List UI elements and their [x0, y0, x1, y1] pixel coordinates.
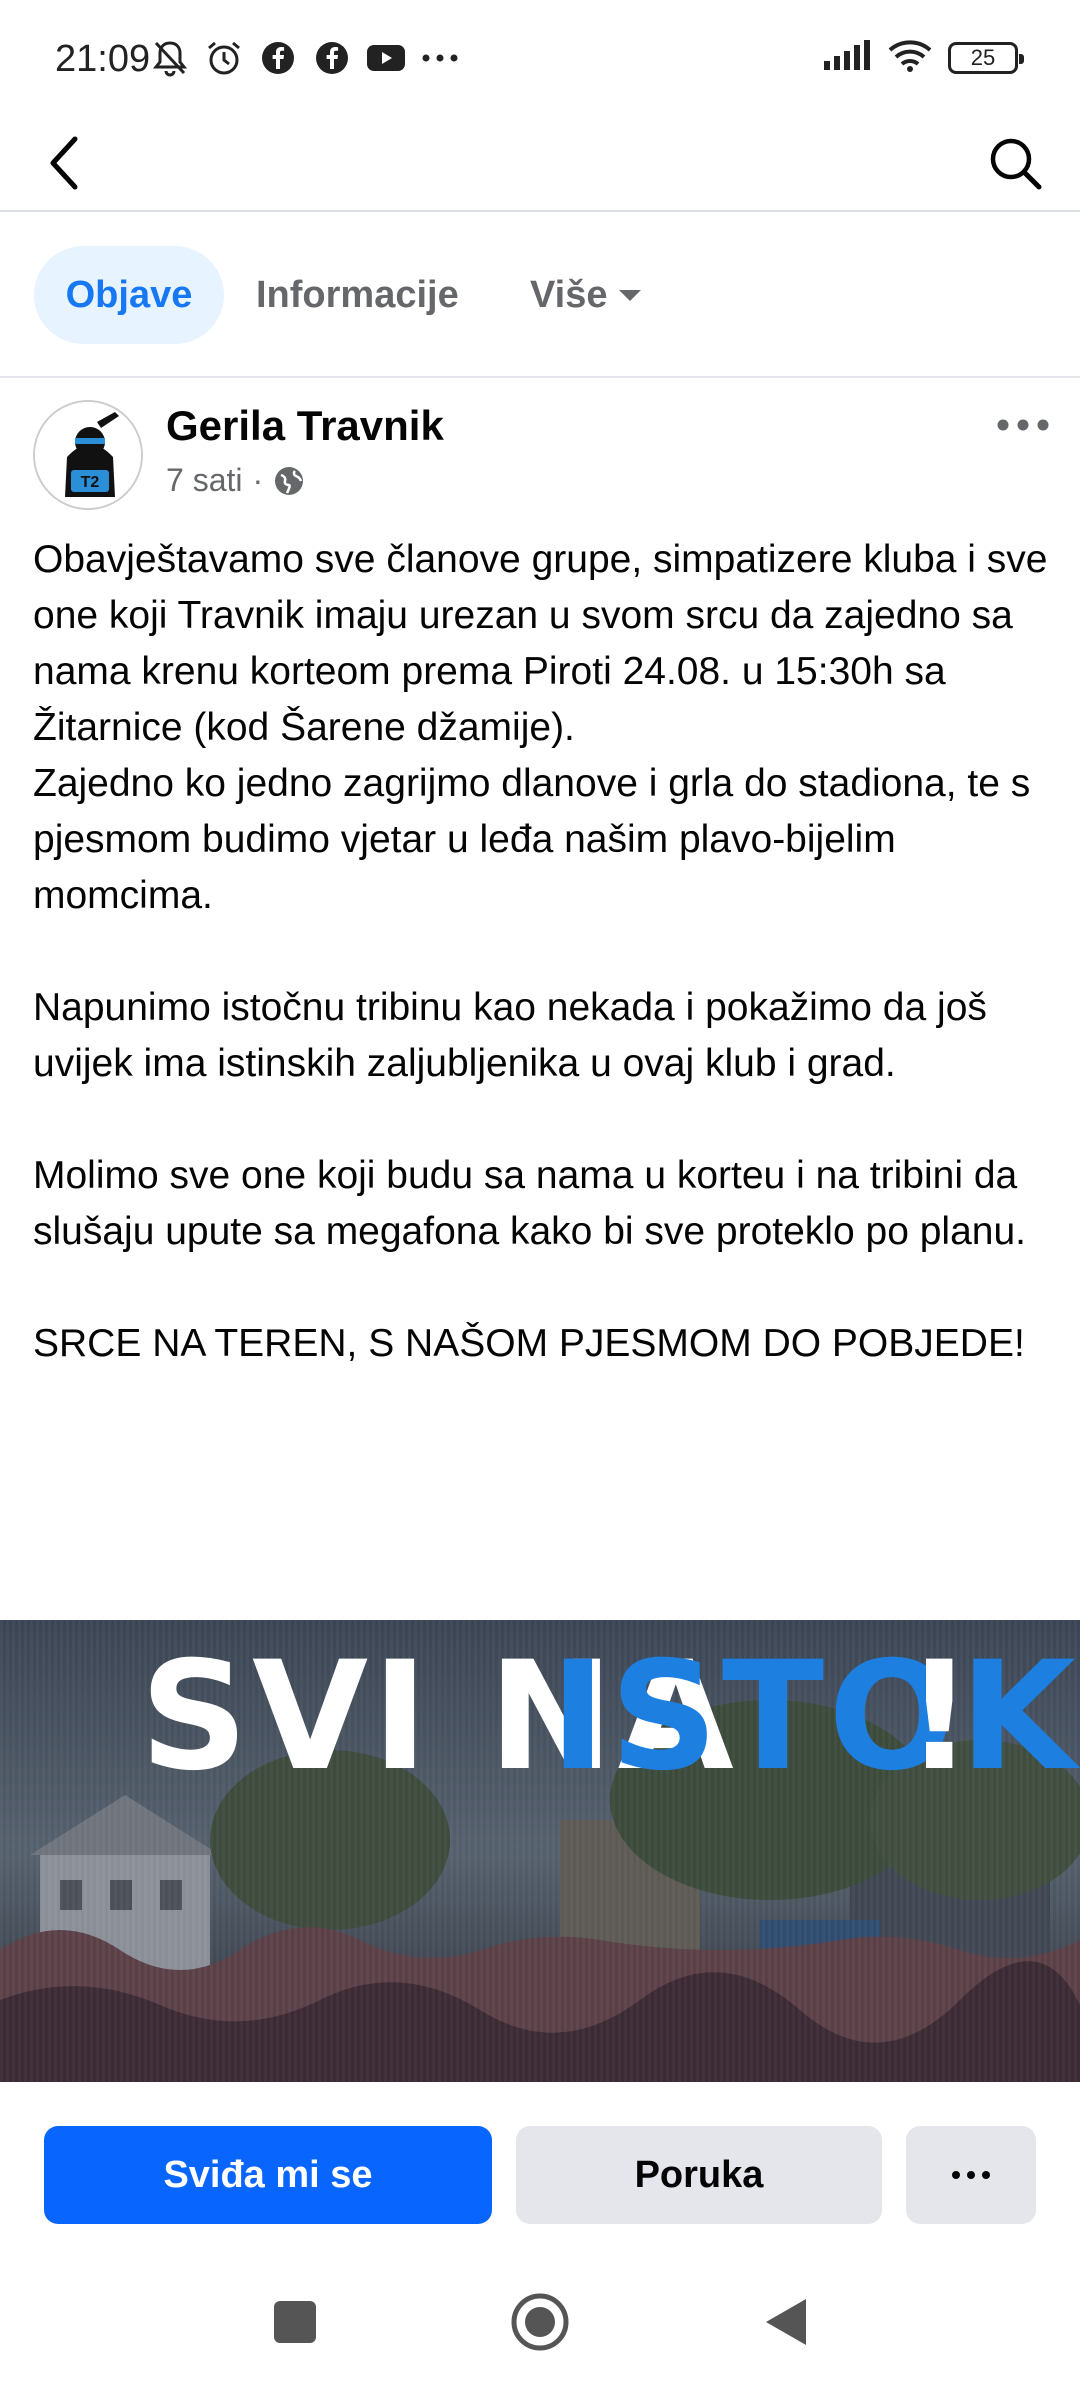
- status-icons-left: [150, 36, 460, 80]
- more-horizontal-icon: [952, 2171, 990, 2179]
- page-tabs: Objave Informacije Više: [0, 214, 1080, 378]
- post-meta: 7 sati ·: [166, 462, 305, 499]
- more-icon: [420, 36, 460, 80]
- system-navigation-bar: [0, 2242, 1080, 2400]
- status-icons-right: 25: [822, 38, 1024, 77]
- meta-separator: ·: [252, 462, 264, 498]
- signal-icon: [822, 39, 872, 76]
- club-logo-icon: T2: [35, 402, 141, 508]
- tab-label: Više: [530, 273, 608, 316]
- banner-text-3: !: [905, 1630, 973, 1804]
- alarm-icon: [204, 36, 244, 80]
- facebook-icon: [312, 36, 352, 80]
- battery-level: 25: [970, 44, 996, 70]
- youtube-icon: [366, 36, 406, 80]
- banner-text-2: ISTOK: [550, 1630, 1080, 1804]
- top-nav: [0, 110, 1080, 212]
- post-text: Obavještavamo sve članove grupe, simpati…: [33, 538, 1048, 1365]
- avatar[interactable]: T2: [33, 400, 143, 510]
- post-time[interactable]: 7 sati: [166, 462, 242, 499]
- post-image[interactable]: SVI NA ISTOK !: [0, 1620, 1080, 2082]
- nav-back-icon: [766, 2299, 806, 2345]
- wifi-icon: [888, 38, 932, 77]
- tab-label: Objave: [65, 273, 193, 316]
- recents-button[interactable]: [255, 2282, 335, 2362]
- tab-label: Informacije: [256, 273, 459, 316]
- page-action-bar: Sviđa mi se Poruka: [0, 2082, 1080, 2242]
- banner-graphic: SVI NA ISTOK !: [0, 1620, 1080, 2082]
- more-actions-button[interactable]: [906, 2126, 1036, 2224]
- status-time: 21:09: [55, 38, 151, 80]
- post-header: T2 Gerila Travnik 7 sati ·: [0, 380, 1080, 520]
- facebook-icon: [258, 36, 298, 80]
- caret-down-icon: [619, 290, 642, 301]
- post-author[interactable]: Gerila Travnik: [166, 402, 444, 450]
- globe-icon: [275, 466, 304, 495]
- nav-back-button[interactable]: [745, 2282, 825, 2362]
- svg-text:T2: T2: [81, 474, 100, 491]
- message-button[interactable]: Poruka: [516, 2126, 882, 2224]
- search-icon: [990, 138, 1042, 190]
- status-bar: 21:09 25: [0, 0, 1080, 120]
- like-button[interactable]: Sviđa mi se: [44, 2126, 492, 2224]
- tab-informacije[interactable]: Informacije: [256, 246, 459, 344]
- battery-icon: 25: [948, 41, 1024, 74]
- recents-icon: [274, 2301, 316, 2343]
- back-arrow-icon: [50, 136, 78, 190]
- home-button[interactable]: [500, 2282, 580, 2362]
- tab-objave[interactable]: Objave: [34, 246, 224, 344]
- home-icon: [511, 2293, 569, 2351]
- tab-vise[interactable]: Više: [530, 246, 643, 344]
- more-horizontal-icon: [997, 419, 1049, 431]
- back-button[interactable]: [30, 128, 100, 198]
- search-button[interactable]: [980, 128, 1050, 198]
- notifications-off-icon: [150, 36, 190, 80]
- post-options-button[interactable]: [988, 400, 1058, 450]
